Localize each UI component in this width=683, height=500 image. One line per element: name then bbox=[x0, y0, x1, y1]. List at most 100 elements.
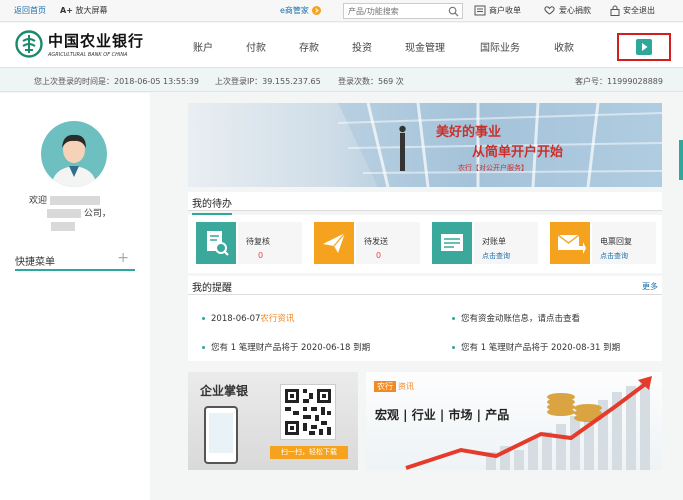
paper-plane-icon bbox=[323, 232, 346, 253]
todo-icon-tile bbox=[196, 222, 236, 264]
building-illustration bbox=[337, 103, 662, 187]
todo-row: 待复核 0 待发送 0 对账单 点击查询 电票回复 点击查询 bbox=[188, 215, 662, 273]
scan-download-button[interactable]: 扫一扫，轻松下载 bbox=[270, 446, 348, 459]
todo-statement[interactable]: 对账单 点击查询 bbox=[432, 222, 538, 266]
todo-icon-tile bbox=[314, 222, 354, 264]
mobile-bank-title: 企业掌银 bbox=[200, 384, 249, 398]
merchant-icon bbox=[474, 5, 486, 16]
todo-title: 我的待办 bbox=[192, 195, 232, 215]
last-login-ip: 上次登录IP：39.155.237.65 bbox=[215, 77, 321, 86]
arrow-right-icon bbox=[311, 6, 321, 15]
search-input[interactable] bbox=[344, 4, 444, 18]
donate-label: 爱心捐款 bbox=[559, 6, 591, 15]
nav-account[interactable]: 账户 bbox=[193, 39, 213, 54]
nav-collection[interactable]: 收款 bbox=[554, 39, 574, 54]
mail-reply-icon bbox=[557, 234, 586, 254]
main-header: 中国农业银行 AGRICULTURAL BANK OF CHINA 账户 付款 … bbox=[0, 23, 683, 67]
statement-icon bbox=[441, 234, 463, 251]
bank-name-cn: 中国农业银行 bbox=[48, 32, 145, 50]
bullet-dot bbox=[452, 346, 455, 349]
top-utility-bar: 返回首页 A+ 放大屏幕 e商管家 商户收单 爱心捐款 安全退出 bbox=[0, 0, 683, 22]
redacted-company-name-2 bbox=[47, 209, 81, 218]
customer-number: 客户号：11999028889 bbox=[575, 77, 663, 86]
banner-line-2: 从简单开户开始 bbox=[472, 145, 564, 160]
redacted-company-name bbox=[49, 196, 100, 205]
banner-line-3: 农行【对公开户服务】 bbox=[458, 164, 528, 172]
document-search-icon bbox=[207, 231, 229, 256]
reminder-item[interactable]: 您有 1 笔理财产品将于 2020-08-31 到期 bbox=[452, 341, 620, 353]
more-link[interactable]: 更多 bbox=[642, 281, 658, 292]
last-login-time: 您上次登录的时间是：2018-06-05 13:55:39 bbox=[34, 77, 199, 86]
emanager-link[interactable]: e商管家 bbox=[280, 5, 321, 16]
reminder-text: 您有 1 笔理财产品将于 2020-08-31 到期 bbox=[461, 343, 621, 353]
welcome-suffix: 公司， bbox=[83, 209, 111, 219]
logout-label: 安全退出 bbox=[623, 6, 655, 15]
search-box bbox=[343, 3, 463, 19]
news-tag: 农行 资讯 bbox=[374, 381, 414, 392]
todo-query-link[interactable]: 点击查询 bbox=[600, 251, 628, 261]
nav-international[interactable]: 国际业务 bbox=[480, 39, 520, 54]
quick-menu-title: 快捷菜单 bbox=[15, 257, 55, 268]
qr-code-icon bbox=[285, 389, 331, 435]
mobile-bank-card[interactable]: 企业掌银 扫一扫，轻松下载 bbox=[188, 372, 358, 470]
bank-logo[interactable]: 中国农业银行 AGRICULTURAL BANK OF CHINA bbox=[15, 30, 144, 58]
qr-code bbox=[280, 384, 336, 440]
todo-pending-send[interactable]: 待发送 0 bbox=[314, 222, 420, 266]
todo-label: 待复核 bbox=[246, 237, 270, 246]
side-tab[interactable] bbox=[679, 140, 683, 180]
zoom-screen-link[interactable]: A+ 放大屏幕 bbox=[60, 5, 107, 16]
add-quick-menu-button[interactable]: + bbox=[117, 250, 129, 266]
zoom-prefix: A+ bbox=[60, 6, 73, 15]
reminder-date: 2018-06-07 bbox=[211, 314, 261, 324]
reminder-item[interactable]: 您有资金动账信息，请点击查看 bbox=[452, 312, 580, 324]
reminder-item[interactable]: 2018-06-07农行资讯 bbox=[202, 312, 294, 324]
reminder-item[interactable]: 您有 1 笔理财产品将于 2020-06-18 到期 bbox=[202, 341, 370, 353]
redacted-company-name-3 bbox=[51, 222, 75, 231]
lock-icon bbox=[610, 5, 620, 16]
login-info-bar: 您上次登录的时间是：2018-06-05 13:55:39 上次登录IP：39.… bbox=[0, 67, 683, 92]
nav-cash-management[interactable]: 现金管理 bbox=[405, 39, 445, 54]
user-avatar-icon bbox=[51, 134, 97, 187]
banner-line-1: 美好的事业 bbox=[436, 125, 502, 140]
todo-ebill-reply[interactable]: 电票回复 点击查询 bbox=[550, 222, 656, 266]
donate-link[interactable]: 爱心捐款 bbox=[543, 5, 591, 16]
bank-name-block: 中国农业银行 AGRICULTURAL BANK OF CHINA bbox=[48, 30, 144, 58]
todo-label: 电票回复 bbox=[600, 237, 632, 246]
back-home-link[interactable]: 返回首页 bbox=[14, 5, 46, 16]
bank-name-en: AGRICULTURAL BANK OF CHINA bbox=[48, 52, 128, 58]
news-tag-abc: 农行 bbox=[374, 381, 396, 392]
todo-pending-review[interactable]: 待复核 0 bbox=[196, 222, 302, 266]
nav-deposit[interactable]: 存款 bbox=[299, 39, 319, 54]
login-count: 登录次数：569 次 bbox=[338, 77, 404, 86]
news-categories: 宏观 | 行业 | 市场 | 产品 bbox=[375, 408, 510, 422]
play-icon bbox=[636, 39, 652, 55]
reminder-section-header: 我的提醒 更多 bbox=[188, 276, 662, 299]
avatar bbox=[41, 121, 107, 187]
logout-link[interactable]: 安全退出 bbox=[610, 5, 655, 16]
bullet-dot bbox=[202, 317, 205, 320]
todo-icon-tile bbox=[432, 222, 472, 264]
play-button[interactable] bbox=[617, 33, 671, 61]
todo-count: 0 bbox=[376, 251, 382, 260]
todo-label: 对账单 bbox=[482, 237, 506, 246]
todo-count: 0 bbox=[258, 251, 264, 260]
news-card[interactable]: 农行 资讯 宏观 | 行业 | 市场 | 产品 bbox=[366, 372, 662, 470]
welcome-prefix: 欢迎 bbox=[29, 196, 48, 206]
nav-investment[interactable]: 投资 bbox=[352, 39, 372, 54]
reminder-list: 2018-06-07农行资讯 您有资金动账信息，请点击查看 您有 1 笔理财产品… bbox=[188, 295, 662, 361]
reminder-news-link[interactable]: 农行资讯 bbox=[260, 314, 294, 324]
search-icon[interactable] bbox=[448, 6, 459, 17]
todo-section-header: 我的待办 bbox=[188, 192, 662, 215]
user-sidebar: 欢迎 公司， 快捷菜单 + bbox=[0, 93, 150, 500]
phone-screen bbox=[209, 413, 233, 453]
bullet-dot bbox=[202, 346, 205, 349]
welcome-text: 欢迎 公司， bbox=[29, 195, 111, 234]
nav-payment[interactable]: 付款 bbox=[246, 39, 266, 54]
phone-icon bbox=[204, 406, 238, 464]
merchant-link[interactable]: 商户收单 bbox=[474, 5, 521, 16]
promo-banner[interactable]: 美好的事业 从简单开户开始 农行【对公开户服务】 bbox=[188, 103, 662, 187]
abc-logo-icon bbox=[15, 30, 43, 58]
todo-label: 待发送 bbox=[364, 237, 388, 246]
zoom-label: 放大屏幕 bbox=[75, 6, 108, 15]
todo-query-link[interactable]: 点击查询 bbox=[482, 251, 510, 261]
